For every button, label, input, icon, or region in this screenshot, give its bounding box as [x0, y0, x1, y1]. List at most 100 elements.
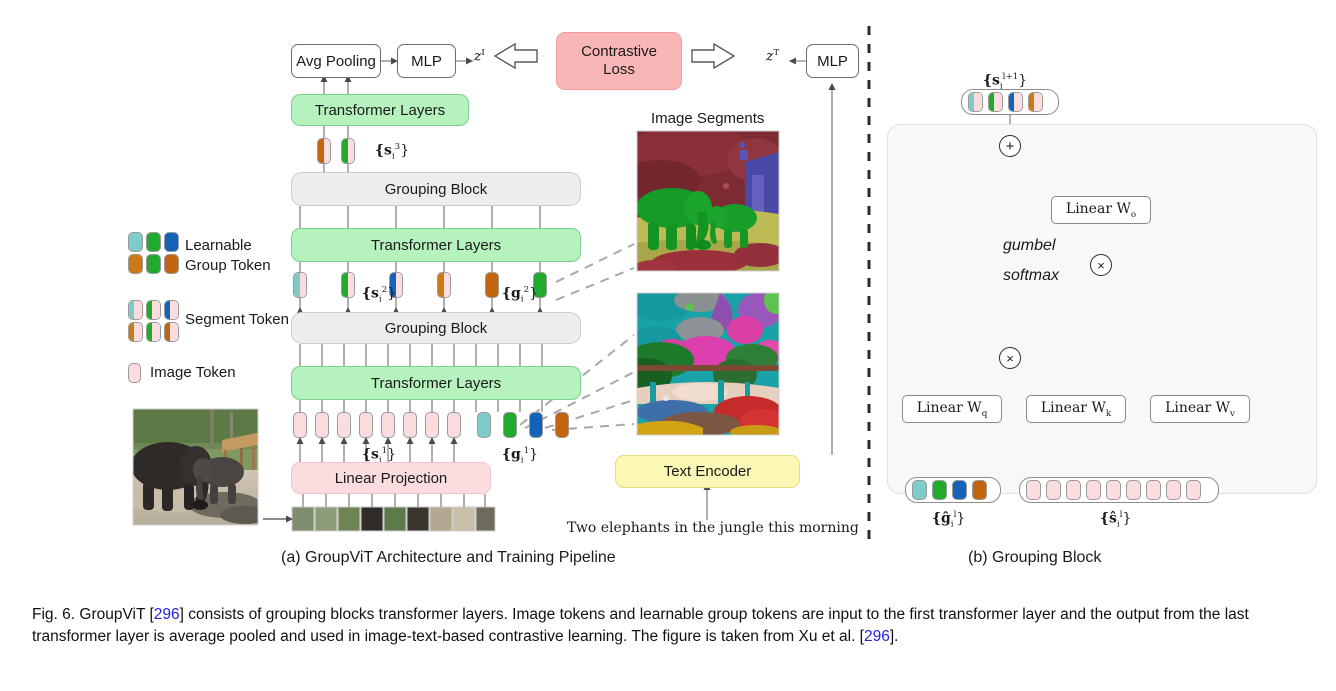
image-token-2	[315, 412, 329, 438]
transformer-layers-bottom[interactable]: Transformer Layers	[291, 366, 581, 400]
label-g2-base: {g	[502, 285, 521, 302]
panel-b-output-sup: l+1	[1002, 72, 1019, 82]
label-s2-base: {s	[362, 285, 379, 302]
linear-wk-sub: k	[1105, 408, 1112, 419]
transformer-layers-top-label: Transformer Layers	[314, 101, 446, 119]
linear-wv-box[interactable]: Linear Wv	[1150, 395, 1250, 423]
legend-segment-token	[128, 300, 179, 342]
caption-part1: GroupViT [	[79, 606, 154, 623]
legend-image-token-swatch	[128, 363, 141, 383]
linear-wk-label: Linear Wk	[1041, 400, 1111, 419]
multiply-operator-upper: ×	[1090, 254, 1112, 276]
figure-number: Fig. 6.	[32, 606, 76, 623]
grouping-block-top[interactable]: Grouping Block	[291, 172, 581, 206]
grouping-block-panel	[887, 124, 1317, 494]
contrastive-loss-box[interactable]: Contrastive Loss	[556, 32, 682, 90]
panel-b-input-g-blue	[952, 480, 967, 500]
legend-group-token-green	[146, 232, 161, 252]
segment-token-s2-1	[293, 272, 307, 298]
multiply-operator-lower: ×	[999, 347, 1021, 369]
legend-segment-token-orange2	[164, 322, 179, 342]
arrow-text-to-loss	[691, 42, 736, 70]
label-g1-base: {g	[502, 446, 521, 463]
panel-b-input-s-5	[1106, 480, 1121, 500]
group-token-g2-1	[485, 272, 499, 298]
label-g1-brace: }	[529, 446, 539, 463]
label-s2: {si2}	[362, 285, 396, 304]
legend-segment-token-green	[146, 300, 161, 320]
segment-token-s3-1	[317, 138, 331, 164]
transformer-layers-top[interactable]: Transformer Layers	[291, 94, 469, 126]
linear-wv-sub: v	[1230, 408, 1235, 419]
mlp-text-label: MLP	[817, 52, 848, 70]
contrastive-loss-line1: Contrastive	[581, 43, 657, 61]
panel-b-input-g-teal	[912, 480, 927, 500]
panel-b-input-group-tokens	[905, 477, 1001, 503]
panel-b-input-s-1	[1026, 480, 1041, 500]
image-segments-title: Image Segments	[651, 110, 765, 127]
image-patch-strip	[263, 506, 496, 532]
linear-wq-sub: q	[981, 408, 988, 419]
panel-b-output-token-green	[988, 92, 1003, 112]
panel-b-input-g-brace: }	[956, 510, 966, 527]
label-s1-brace: }	[387, 446, 397, 463]
transformer-layers-mid-label: Transformer Layers	[370, 236, 502, 254]
legend-learnable-line1: Learnable	[185, 237, 252, 254]
linear-wo-box[interactable]: Linear Wo	[1051, 196, 1151, 224]
figure-groupvit: Avg Pooling MLP zI Contrastive Loss zT M…	[0, 0, 1336, 691]
panel-b-output-token-group	[961, 89, 1059, 115]
linear-wk-box[interactable]: Linear Wk	[1026, 395, 1126, 423]
panel-b-output-base: {s	[983, 72, 1000, 89]
z-text-label: zT	[766, 48, 779, 65]
subcaption-b: (b) Grouping Block	[968, 549, 1102, 566]
linear-wo-text: Linear W	[1065, 200, 1131, 217]
panel-b-input-s-sub: i	[1116, 519, 1120, 530]
label-s3-base: {s	[375, 142, 392, 159]
label-g2-sub: i	[520, 294, 524, 305]
legend-label-learnable-group-token: Learnable Group Token	[185, 236, 271, 277]
text-encoder-label: Text Encoder	[663, 463, 752, 480]
label-s1-base: {s	[362, 446, 379, 463]
transformer-layers-mid[interactable]: Transformer Layers	[291, 228, 581, 262]
mlp-image-box[interactable]: MLP	[397, 44, 456, 78]
label-g1: {gi1}	[502, 446, 538, 465]
linear-wq-label: Linear Wq	[917, 400, 988, 419]
linear-wv-text: Linear W	[1165, 399, 1231, 416]
image-token-4	[359, 412, 373, 438]
linear-projection-box[interactable]: Linear Projection	[291, 462, 491, 494]
label-g2-brace: }	[529, 285, 539, 302]
panel-b-input-s-8	[1166, 480, 1181, 500]
panel-b-input-s-4	[1086, 480, 1101, 500]
image-token-1	[293, 412, 307, 438]
avg-pooling-box[interactable]: Avg Pooling	[291, 44, 381, 78]
panel-b-input-g-sub: i	[950, 519, 954, 530]
segment-token-s2-4	[437, 272, 451, 298]
legend-segment-token-green2	[146, 322, 161, 342]
grouping-block-top-label: Grouping Block	[384, 180, 488, 198]
multiply-operator-upper-symbol: ×	[1097, 257, 1105, 273]
mlp-text-box[interactable]: MLP	[806, 44, 859, 78]
panel-b-input-s-2	[1046, 480, 1061, 500]
image-token-7	[425, 412, 439, 438]
grouping-block-bottom[interactable]: Grouping Block	[291, 312, 581, 344]
panel-b-input-s-9	[1186, 480, 1201, 500]
panel-b-output-brace: }	[1018, 72, 1028, 89]
text-encoder-box[interactable]: Text Encoder	[615, 455, 800, 488]
caption-citation-2[interactable]: 296	[864, 628, 890, 645]
label-s3-sub: i	[391, 151, 395, 162]
segment-token-s2-2	[341, 272, 355, 298]
contrastive-loss-line2: Loss	[603, 61, 635, 78]
label-g1-sub: i	[520, 455, 524, 466]
panel-b-output-token-blue	[1008, 92, 1023, 112]
label-s2-brace: }	[387, 285, 397, 302]
image-token-3	[337, 412, 351, 438]
linear-wq-text: Linear W	[916, 399, 982, 416]
grouping-block-bottom-label: Grouping Block	[384, 319, 488, 337]
linear-wq-box[interactable]: Linear Wq	[902, 395, 1002, 423]
caption-citation-1[interactable]: 296	[154, 606, 180, 623]
linear-projection-label: Linear Projection	[334, 469, 448, 487]
image-token-6	[403, 412, 417, 438]
source-image-photo	[133, 409, 258, 525]
panel-b-output-token-orange	[1028, 92, 1043, 112]
legend-learnable-line2: Group Token	[185, 257, 271, 275]
